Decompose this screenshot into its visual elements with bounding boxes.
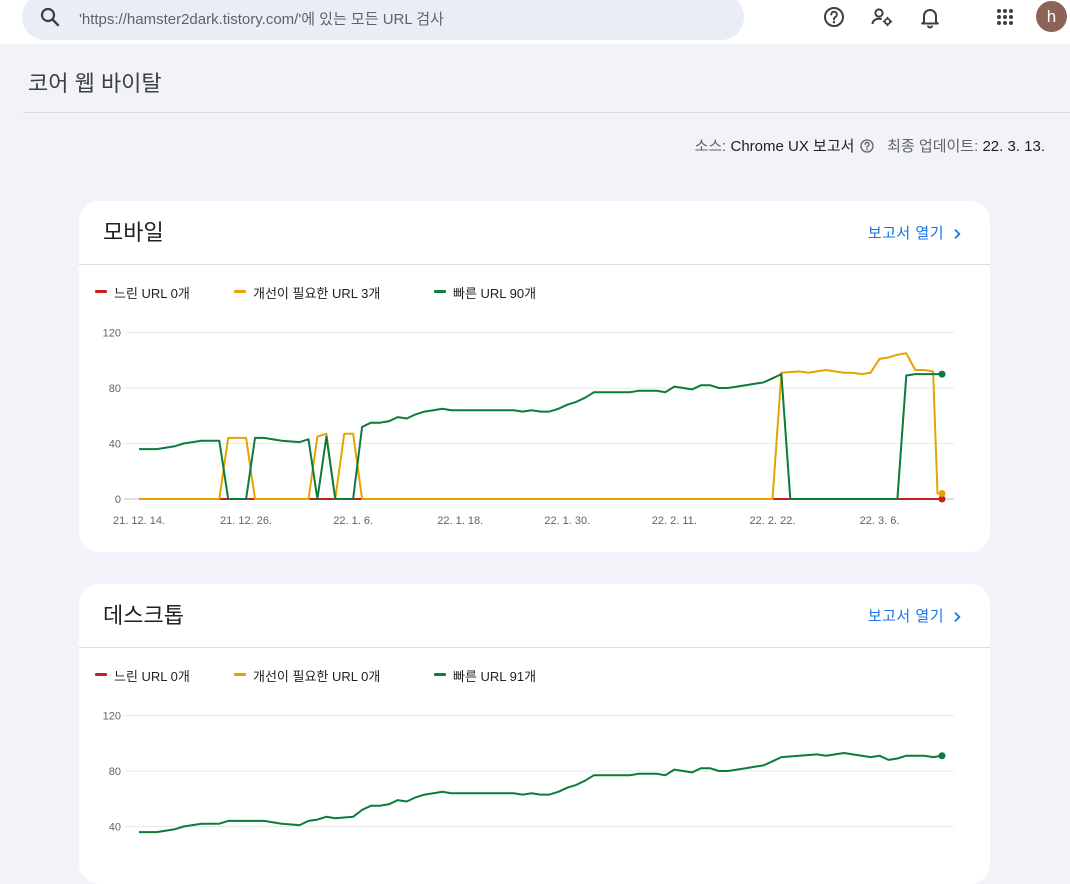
series-end-point: [938, 370, 946, 378]
x-tick-label: 22. 2. 22.: [750, 515, 796, 527]
y-tick-label: 80: [109, 766, 121, 778]
series-line: [139, 352, 942, 500]
source-label: 소스:: [694, 138, 731, 155]
y-tick-label: 0: [115, 494, 121, 506]
divider: [23, 112, 1070, 113]
bell-icon[interactable]: [918, 5, 942, 29]
x-tick-label: 22. 1. 6.: [333, 515, 373, 527]
manage-accounts-icon[interactable]: [870, 5, 894, 29]
series-line: [139, 752, 943, 834]
x-tick-label: 21. 12. 26.: [220, 515, 272, 527]
mobile-card: 모바일 보고서 열기 느린 URL 0개 개선이 필요한 URL 3개 빠른 U…: [79, 201, 990, 552]
x-tick-label: 21. 12. 14.: [113, 515, 165, 527]
x-tick-label: 22. 1. 30.: [544, 515, 590, 527]
x-tick-label: 22. 2. 11.: [652, 515, 697, 527]
series-end-point: [938, 489, 946, 497]
series-line: [139, 373, 942, 500]
series-end-point: [938, 752, 946, 760]
avatar[interactable]: h: [1036, 1, 1067, 32]
y-tick-label: 40: [109, 439, 121, 451]
page-title: 코어 웹 바이탈: [28, 71, 162, 96]
desktop-chart: 40 80 120: [103, 711, 954, 834]
y-tick-label: 80: [109, 383, 121, 395]
help-icon[interactable]: [859, 138, 875, 154]
x-tick-label: 22. 3. 6.: [860, 515, 900, 527]
search-input[interactable]: 'https://hamster2dark.tistory.com/'에 있는 …: [79, 8, 444, 29]
source-info: 소스: Chrome UX 보고서 최종 업데이트: 22. 3. 13.: [695, 135, 1045, 156]
x-tick-label: 22. 1. 18.: [437, 515, 483, 527]
mobile-chart: 0 40 80 120 21. 12. 14. 21. 12. 26. 22. 1. 6. 2…: [103, 328, 954, 527]
desktop-card: 데스크톱 보고서 열기 느린 URL 0개 개선이 필요한 URL 0개 빠른 …: [79, 584, 990, 884]
top-bar: 'https://hamster2dark.tistory.com/'에 있는 …: [0, 0, 1070, 44]
apps-grid-icon[interactable]: [993, 5, 1017, 29]
y-tick-label: 40: [109, 822, 121, 834]
source-value: Chrome UX 보고서: [730, 138, 855, 155]
y-tick-label: 120: [103, 711, 121, 723]
updated-value: 22. 3. 13.: [982, 138, 1045, 155]
y-tick-label: 120: [103, 328, 121, 340]
search-icon[interactable]: [38, 5, 62, 29]
updated-label: 최종 업데이트:: [887, 138, 983, 155]
help-icon[interactable]: [822, 5, 846, 29]
